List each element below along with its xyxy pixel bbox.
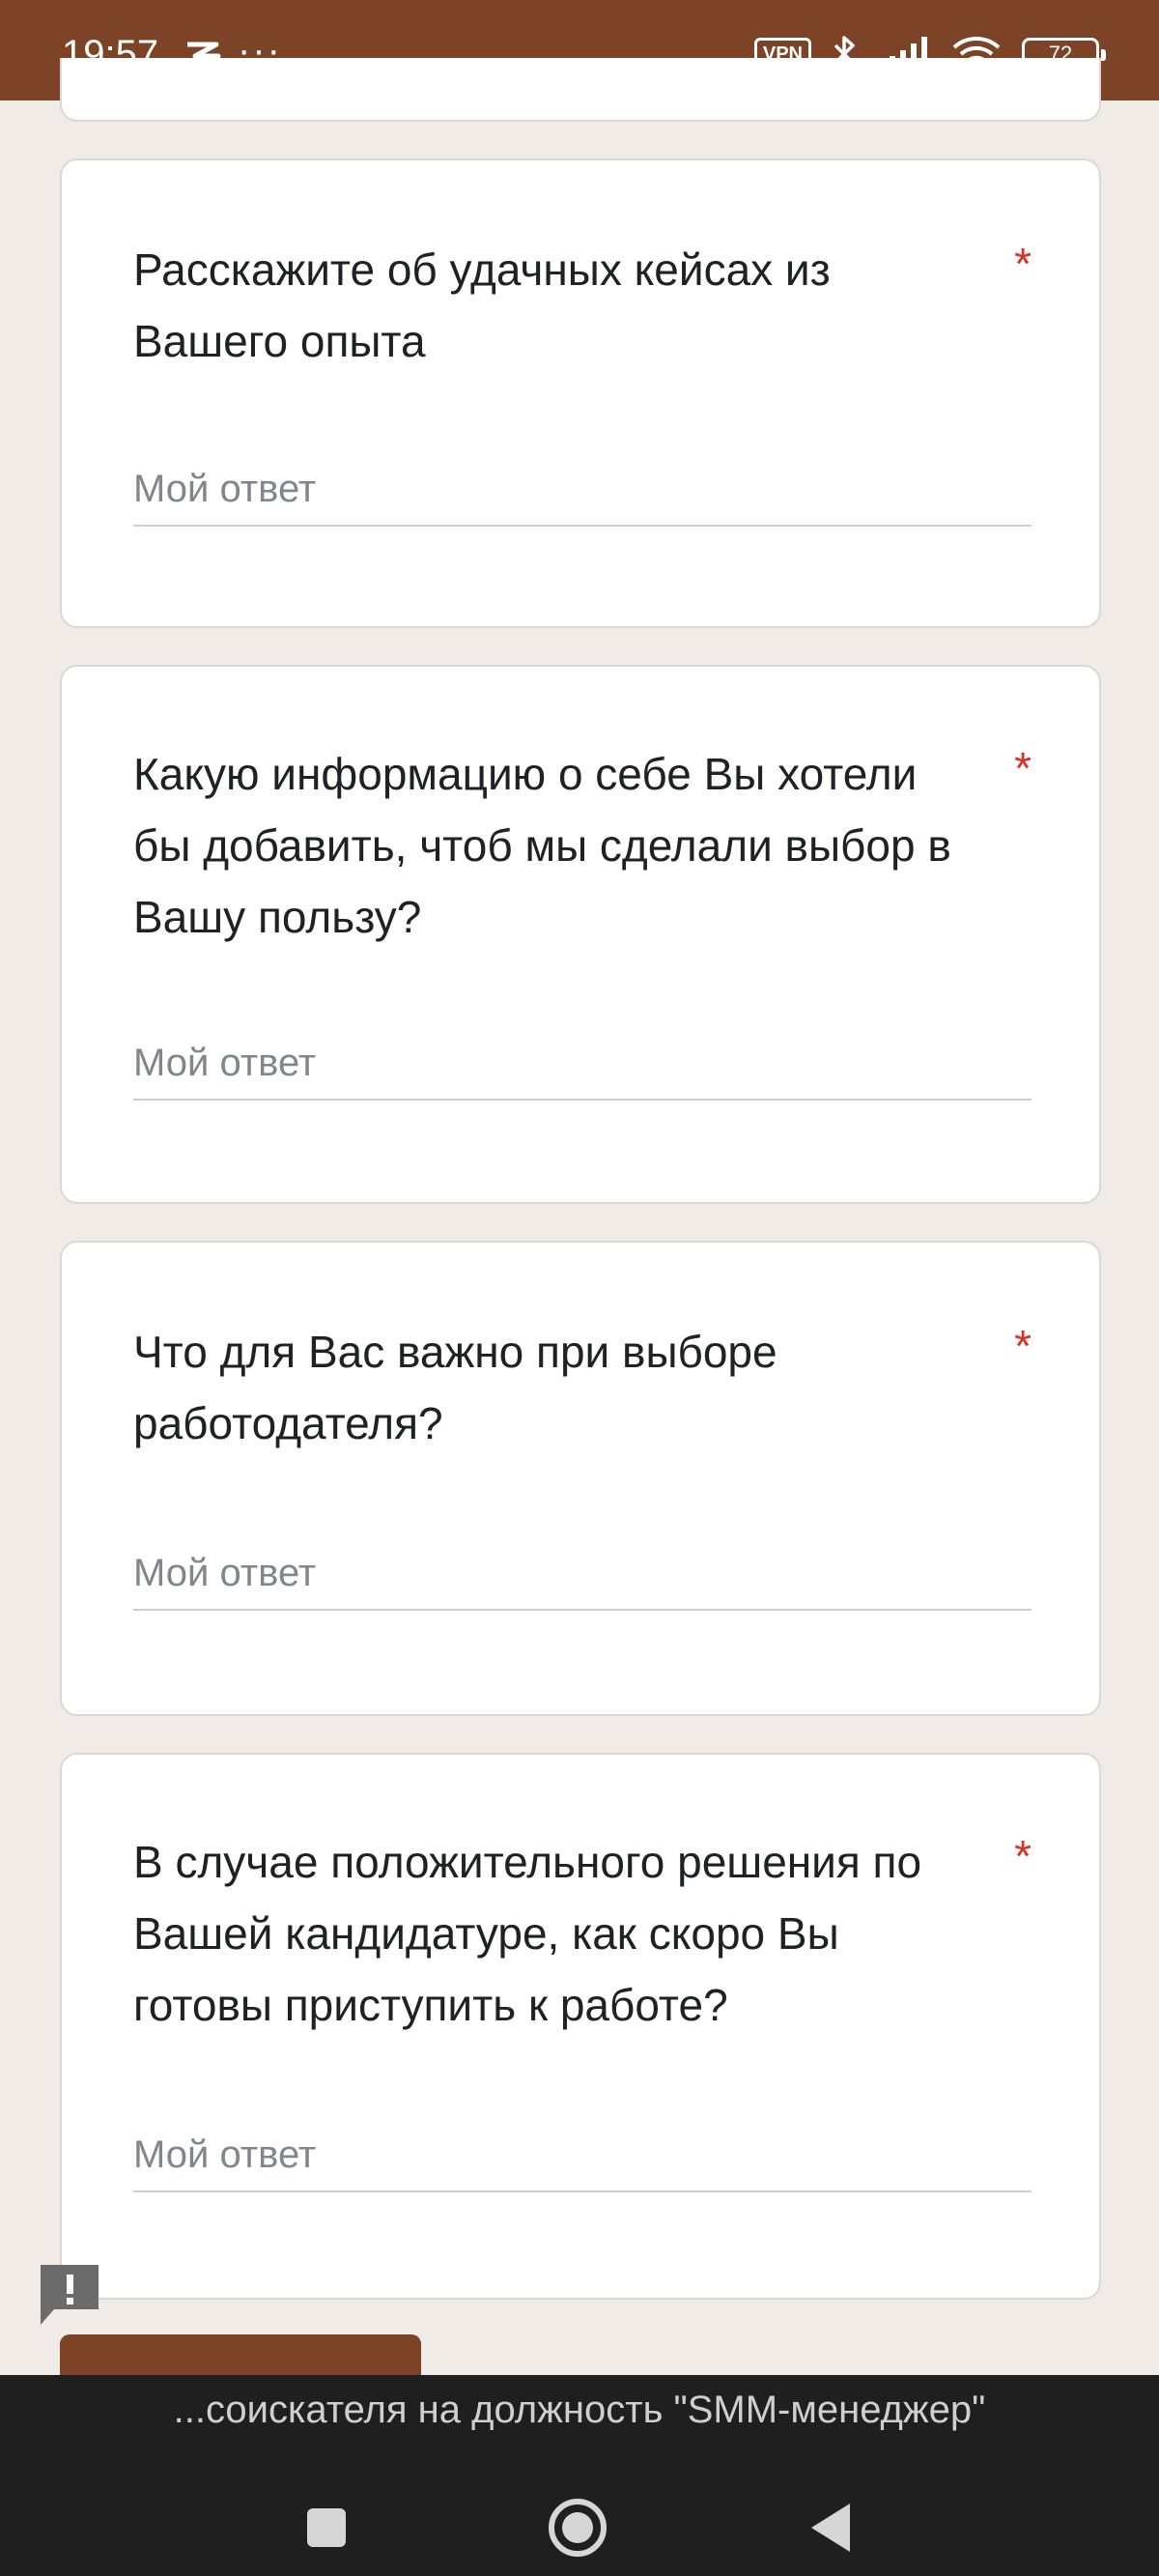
recents-icon: [307, 2508, 346, 2547]
report-feedback-icon[interactable]: [39, 2263, 100, 2327]
question-title: Что для Вас важно при выборе работодател…: [133, 1327, 777, 1448]
back-button[interactable]: [792, 2489, 869, 2566]
home-button[interactable]: [539, 2489, 616, 2566]
question-title: Какую информацию о себе Вы хотели бы доб…: [133, 749, 951, 942]
answer-input[interactable]: [133, 1042, 1032, 1101]
back-icon: [811, 2504, 850, 2552]
question-card: Какую информацию о себе Вы хотели бы доб…: [60, 665, 1101, 1204]
answer-input[interactable]: [133, 2133, 1032, 2192]
question-card: В случае положительного решения по Вашей…: [60, 1753, 1101, 2300]
question-card: Расскажите об удачных кейсах из Вашего о…: [60, 158, 1101, 628]
page-title: ...соискателя на должность "SMM-менеджер…: [173, 2389, 986, 2431]
home-icon: [549, 2499, 607, 2557]
required-asterisk: *: [1014, 743, 1032, 793]
previous-question-card: [60, 58, 1101, 122]
navigation-bar: ...соискателя на должность "SMM-менеджер…: [0, 2375, 1159, 2576]
answer-input[interactable]: [133, 1552, 1032, 1611]
required-asterisk: *: [1014, 1831, 1032, 1881]
recents-button[interactable]: [288, 2489, 365, 2566]
question-title: В случае положительного решения по Вашей…: [133, 1837, 922, 2030]
required-asterisk: *: [1014, 239, 1032, 289]
answer-input[interactable]: [133, 468, 1032, 527]
question-card: Что для Вас важно при выборе работодател…: [60, 1241, 1101, 1716]
required-asterisk: *: [1014, 1321, 1032, 1371]
question-title: Расскажите об удачных кейсах из Вашего о…: [133, 244, 831, 366]
